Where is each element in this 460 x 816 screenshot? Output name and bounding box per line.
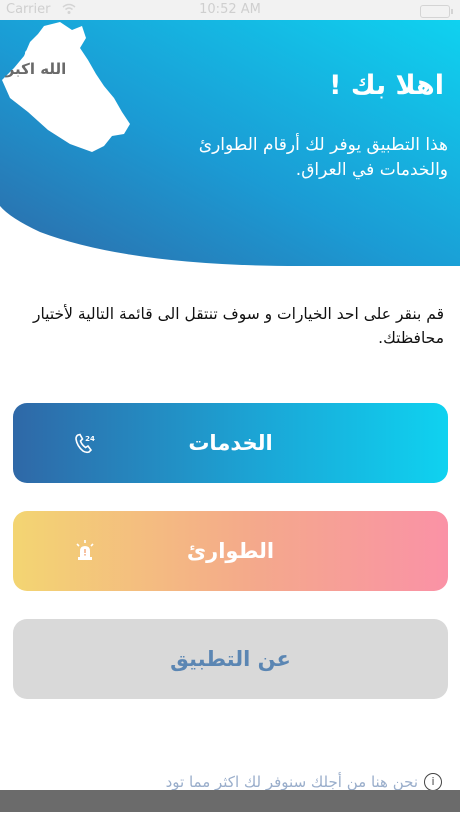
welcome-heading: اهلا بك ! (329, 70, 444, 101)
emergency-label: الطوارئ (186, 539, 275, 563)
battery-icon (420, 5, 453, 18)
status-bar: Carrier 10:52 AM (0, 0, 460, 20)
info-icon: i (424, 773, 442, 791)
instructions-text: قم بنقر على احد الخيارات و سوف تنتقل الى… (32, 305, 444, 347)
iraq-map-icon: الله اكبر (2, 22, 130, 152)
welcome-subtitle: هذا التطبيق يوفر لك أرقام الطوارئ والخدم… (198, 135, 448, 180)
about-app-button[interactable]: عن التطبيق (13, 619, 448, 699)
emergency-button[interactable]: الطوارئ (13, 511, 448, 591)
bottom-bar (0, 790, 460, 812)
about-app-label: عن التطبيق (170, 647, 291, 671)
header-banner: الله اكبر اهلا بك ! هذا التطبيق يوفر لك … (0, 20, 460, 270)
clock: 10:52 AM (199, 2, 261, 17)
footer-info[interactable]: i نحن هنا من أجلك سنوفر لك اكثر مما تود (166, 773, 442, 791)
map-flag-text: الله اكبر (5, 60, 67, 78)
services-label: الخدمات (188, 431, 273, 455)
footer-text: نحن هنا من أجلك سنوفر لك اكثر مما تود (165, 773, 418, 791)
services-button[interactable]: 24 الخدمات (13, 403, 448, 483)
